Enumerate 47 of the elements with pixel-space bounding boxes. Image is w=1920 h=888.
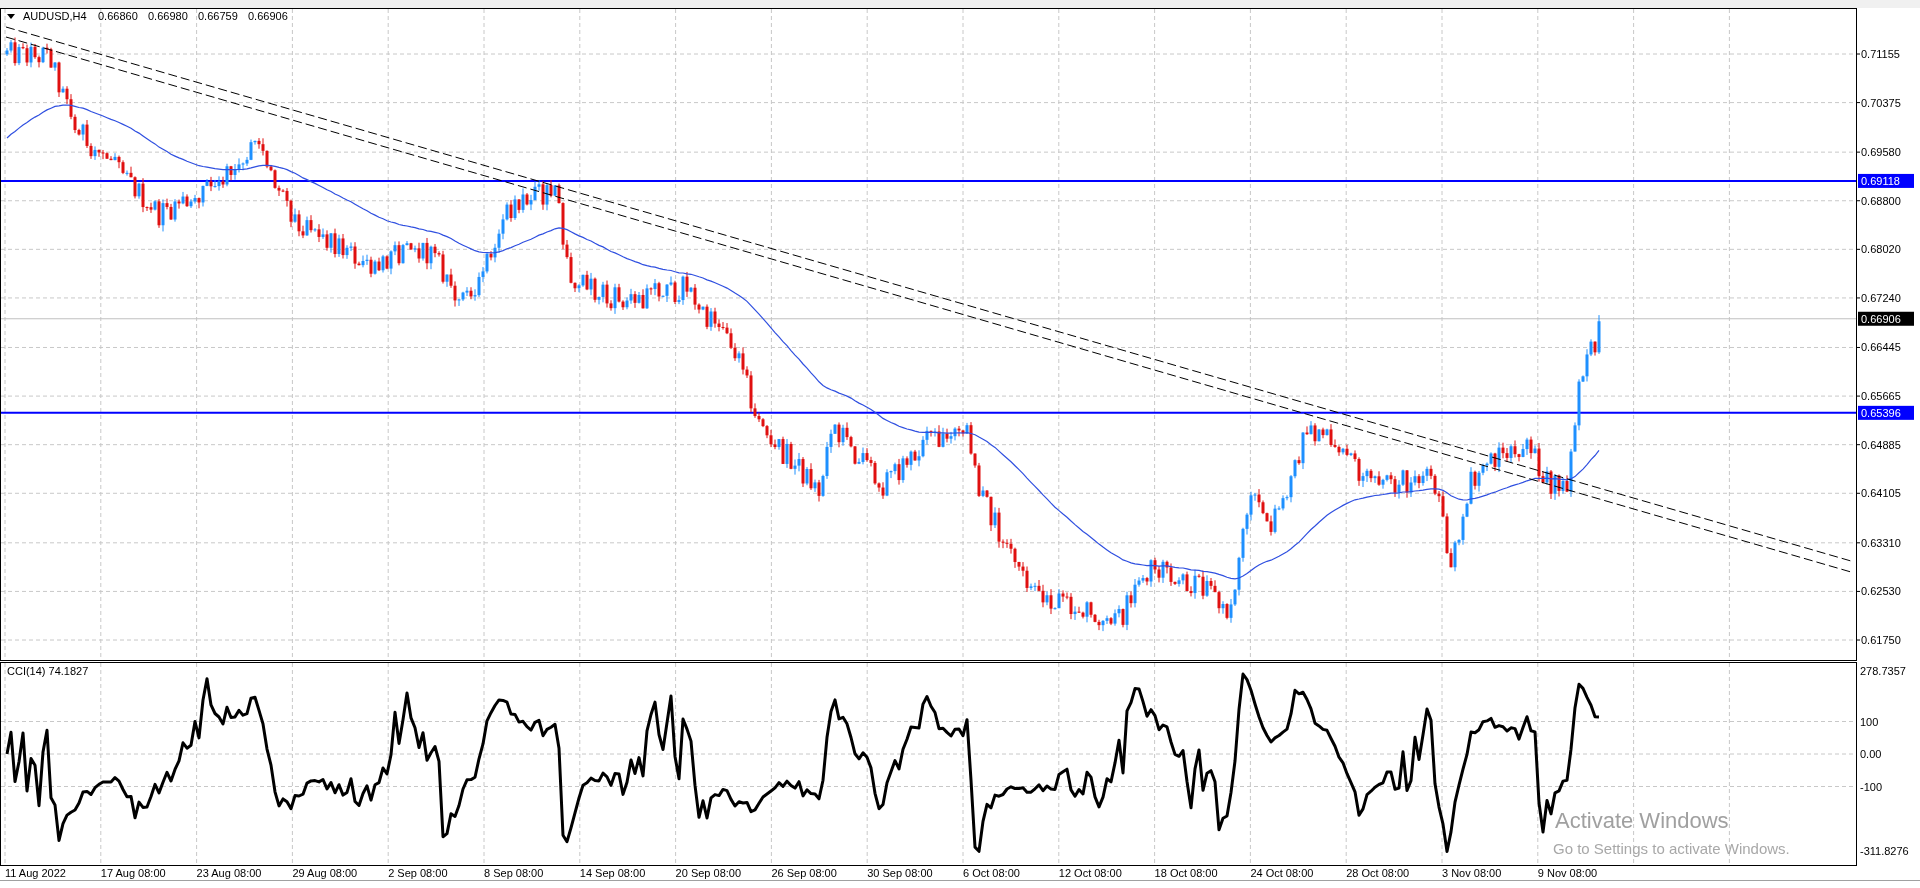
date-label: 24 Oct 08:00 bbox=[1250, 867, 1314, 879]
cci-tick-label: 278.7357 bbox=[1860, 665, 1906, 677]
cci-tick-label: 0.00 bbox=[1860, 748, 1882, 760]
price-tick-label: 0.66445 bbox=[1861, 341, 1901, 354]
date-label: 20 Sep 08:00 bbox=[675, 867, 742, 879]
price-tag: 0.66906 bbox=[1858, 311, 1914, 326]
price-tick-label: 0.68020 bbox=[1861, 243, 1901, 256]
quote-value: 0.66906 bbox=[248, 10, 288, 22]
price-tick-label: 0.64105 bbox=[1861, 487, 1901, 500]
cci-tick-label: -311.8276 bbox=[1860, 845, 1909, 857]
cci-tick-label: -100 bbox=[1860, 780, 1883, 793]
date-label: 9 Nov 08:00 bbox=[1537, 867, 1598, 879]
date-label: 23 Aug 08:00 bbox=[196, 867, 262, 879]
dropdown-arrow-icon[interactable] bbox=[7, 14, 15, 19]
price-tick-label: 0.64885 bbox=[1861, 438, 1901, 451]
price-tick-label: 0.70375 bbox=[1861, 96, 1901, 109]
price-tick-label: 0.67240 bbox=[1861, 291, 1901, 304]
cci-tick-label: 100 bbox=[1860, 715, 1879, 728]
price-tick-label: 0.69580 bbox=[1861, 146, 1901, 159]
activation-notice-title: Activate Windows bbox=[1555, 808, 1729, 833]
date-label: 14 Sep 08:00 bbox=[579, 867, 646, 879]
price-tick-label: 0.68800 bbox=[1861, 194, 1901, 207]
date-label: 18 Oct 08:00 bbox=[1154, 867, 1218, 879]
price-tick-label: 0.63310 bbox=[1861, 536, 1901, 549]
price-tag: 0.65396 bbox=[1858, 405, 1914, 420]
date-label: 28 Oct 08:00 bbox=[1346, 867, 1410, 879]
quote-value: 0.66860 bbox=[98, 10, 138, 22]
date-label: 11 Aug 2022 bbox=[5, 867, 66, 879]
date-label: 29 Aug 08:00 bbox=[292, 867, 358, 879]
date-label: 26 Sep 08:00 bbox=[771, 867, 837, 879]
price-tick-label: 0.62530 bbox=[1861, 585, 1901, 598]
price-tag: 0.69118 bbox=[1858, 173, 1914, 188]
price-tick-label: 0.65665 bbox=[1861, 390, 1901, 403]
date-label: 8 Sep 08:00 bbox=[484, 867, 544, 879]
indicator-title: CCI(14) 74.1827 bbox=[7, 665, 89, 677]
date-label: 30 Sep 08:00 bbox=[867, 867, 933, 879]
date-label: 17 Aug 08:00 bbox=[100, 867, 166, 879]
date-label: 12 Oct 08:00 bbox=[1058, 867, 1122, 879]
activation-notice-text: Go to Settings to activate Windows. bbox=[1553, 840, 1790, 857]
symbol-label: AUDUSD,H4 bbox=[23, 10, 87, 22]
quote-value: 0.66759 bbox=[198, 10, 238, 22]
quote-value: 0.66980 bbox=[148, 10, 188, 22]
price-tick-label: 0.61750 bbox=[1861, 634, 1901, 647]
date-label: 2 Sep 08:00 bbox=[388, 867, 448, 879]
date-label: 3 Nov 08:00 bbox=[1442, 867, 1502, 879]
price-tick-label: 0.71155 bbox=[1861, 48, 1900, 60]
date-label: 6 Oct 08:00 bbox=[963, 867, 1020, 879]
